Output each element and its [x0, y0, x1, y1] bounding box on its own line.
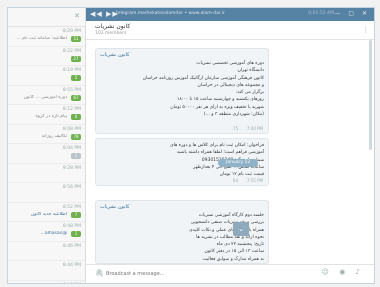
message-line: آموزشی فراهم است؛ لطفا همراه داشته باشید [176, 150, 264, 156]
unread-badge: 1 [71, 153, 81, 159]
chat-list-item[interactable]: 8:19 PM 5 [8, 66, 85, 86]
chat-time: 8:52 PM [62, 204, 81, 210]
channel-members: 102 members [95, 31, 127, 36]
chat-time: 8:04 PM [62, 146, 81, 151]
chat-list-item[interactable]: 8:48 PM @alhasan... 1 [8, 222, 85, 242]
chat-time: 8:44 PM [62, 263, 81, 268]
message-line: کانون فرهنگی آموزشی سازمان ارگانیک آموزش… [142, 75, 264, 81]
date-separator: January 12 [218, 159, 259, 167]
composer-bar: 🖇 ☺ ◉ ♪ [86, 264, 374, 283]
unread-badge: 27 [71, 55, 81, 62]
chat-list-item[interactable]: 8:52 PM اطلاعیه جدید کانون 7 [8, 203, 85, 222]
chat-list-item[interactable]: 8:56 PM [8, 183, 85, 203]
chat-preview: تکالیف روزانه [41, 133, 67, 139]
unread-badge: 67 [71, 94, 81, 101]
chat-list-item[interactable]: 8:44 PM [8, 261, 85, 281]
close-icon[interactable]: ✕ [74, 12, 80, 20]
chat-list-item[interactable]: 8:04 PM 1 [8, 144, 85, 164]
message-line: به همراه مدارک و سوابق فعالیت [202, 256, 264, 262]
chat-list-item[interactable]: 8:55 PM دوره آموزشی ... کانون 67 [8, 86, 85, 105]
chat-preview: پیام تازه در گروه [35, 114, 67, 119]
chat-time: 8:19 PM [62, 68, 81, 73]
message-line: روزهای یکشنبه و چهارشنبه ساعت ۱۵ تا ۱۸:۰… [176, 97, 264, 103]
message-line: برگزار می کند: [235, 90, 264, 96]
unread-badge: 5 [71, 75, 81, 81]
channel-name: کانون نشریات [95, 23, 131, 30]
message-line: ساعت ۱۳ الی ۱۵ در دفتر کانون [204, 249, 264, 255]
scroll-down-button[interactable]: ⌄ [233, 222, 249, 236]
attach-icon[interactable]: 🖇 [95, 269, 104, 277]
chat-preview: @alhasan... [40, 231, 67, 236]
window-controls-icon[interactable]: — ▢ ✕ [334, 10, 370, 17]
message-line: شهریه با تخفیف ویژه به ازای هر نفر ۵۰۰۰۰… [170, 104, 264, 110]
message-line: قیمت ثبت نام ۱۲ تومان [219, 172, 264, 178]
chat-time: 8:08 PM [62, 126, 81, 132]
chat-preview: اطلاعیه جدید کانون [31, 211, 67, 217]
chat-time: 8:46 PM [62, 243, 81, 249]
chat-list-item[interactable]: 8:08 PM تکالیف روزانه 78 [8, 125, 85, 144]
chat-list-item[interactable]: 8:29 PM اطلاعیه: سامانه ثبت نام ... 51 [8, 27, 85, 47]
chat-time: 8:29 PM [62, 29, 81, 34]
chat-list-item[interactable]: 8:46 PM [8, 242, 85, 261]
chat-time: 8:55 PM [62, 87, 81, 93]
message-line: (مکان: شهرداری منطقه ۳ و ...) [203, 112, 264, 118]
chat-time: 8:12 PM [62, 107, 81, 112]
message-time: 7:55 PM [246, 178, 263, 183]
channel-header[interactable]: کانون نشریات 102 members ⋮ [86, 21, 374, 40]
nav-arrows-icon[interactable]: ◀◀ ▶▶ [90, 10, 119, 18]
message-area: کانون نشریات دوره های آموزشی تخصصی نشریا… [86, 40, 374, 265]
chat-list-item[interactable]: 8:40 PM [8, 281, 85, 284]
chat-time: 8:40 PM [63, 283, 81, 284]
scrollbar[interactable] [369, 40, 372, 150]
unread-badge: 1 [71, 231, 81, 237]
message-line: تاریخ: پنجشنبه ۲۲ دی ماه [216, 242, 264, 248]
message-sender: کانون نشریات [100, 204, 130, 210]
chat-preview: اطلاعیه: سامانه ثبت نام ... [16, 36, 67, 41]
message-line: دانشگاه تهران [237, 68, 264, 74]
chat-list-sidebar: ✕ 8:29 PM اطلاعیه: سامانه ثبت نام ... 51 8:… [8, 8, 86, 283]
unread-badge: 78 [71, 133, 81, 140]
sidebar-top-bar: ✕ [8, 8, 85, 27]
message-bubble-1[interactable]: کانون نشریات دوره های آموزشی تخصصی نشریا… [95, 48, 269, 134]
message-line: دوره های آموزشی تخصصی نشریات [196, 61, 264, 66]
chat-list-item[interactable]: 9:28 PM [8, 164, 85, 183]
more-menu-icon[interactable]: ⋮ [362, 26, 369, 34]
unread-badge: 51 [71, 36, 81, 42]
window-title: telegram.me/hekatesalamdar • www.alam-da… [116, 11, 225, 16]
title-bar: ◀◀ ▶▶ telegram.me/hekatesalamdar • www.a… [86, 8, 374, 21]
message-line: و مجموعه های دیجیتالی در خراسان [197, 82, 264, 88]
chat-time: 8:48 PM [62, 224, 81, 229]
unread-badge: 6 [71, 114, 81, 120]
status-text: 0:01:52 AM [308, 11, 334, 16]
chat-time: 9:28 PM [62, 165, 81, 171]
message-line: فراخوان: امکان ثبت نام برای کلاس ها و دو… [170, 143, 264, 148]
message-sender: کانون نشریات [100, 52, 130, 58]
chat-preview: دوره آموزشی ... کانون [23, 94, 67, 100]
message-line: حلسه دوم کارگاه آموزشی نشریات [198, 213, 264, 218]
app-window: ✕ 8:29 PM اطلاعیه: سامانه ثبت نام ... 51 8:… [7, 7, 375, 284]
chat-time: 8:56 PM [62, 185, 81, 190]
composer-actions-icon[interactable]: ☺ ◉ ♪ [322, 268, 364, 276]
views-count: 64 [232, 178, 238, 183]
chat-time: 8:22 PM [62, 48, 81, 54]
unread-badge: 7 [71, 211, 81, 218]
chat-list-item[interactable]: 8:12 PM پیام تازه در گروه 6 [8, 105, 85, 125]
chat-list-item[interactable]: 8:22 PM 27 [8, 47, 85, 66]
message-time: 7:44 PM [246, 126, 263, 131]
views-count: 75 [232, 126, 238, 131]
message-input[interactable] [106, 269, 276, 278]
